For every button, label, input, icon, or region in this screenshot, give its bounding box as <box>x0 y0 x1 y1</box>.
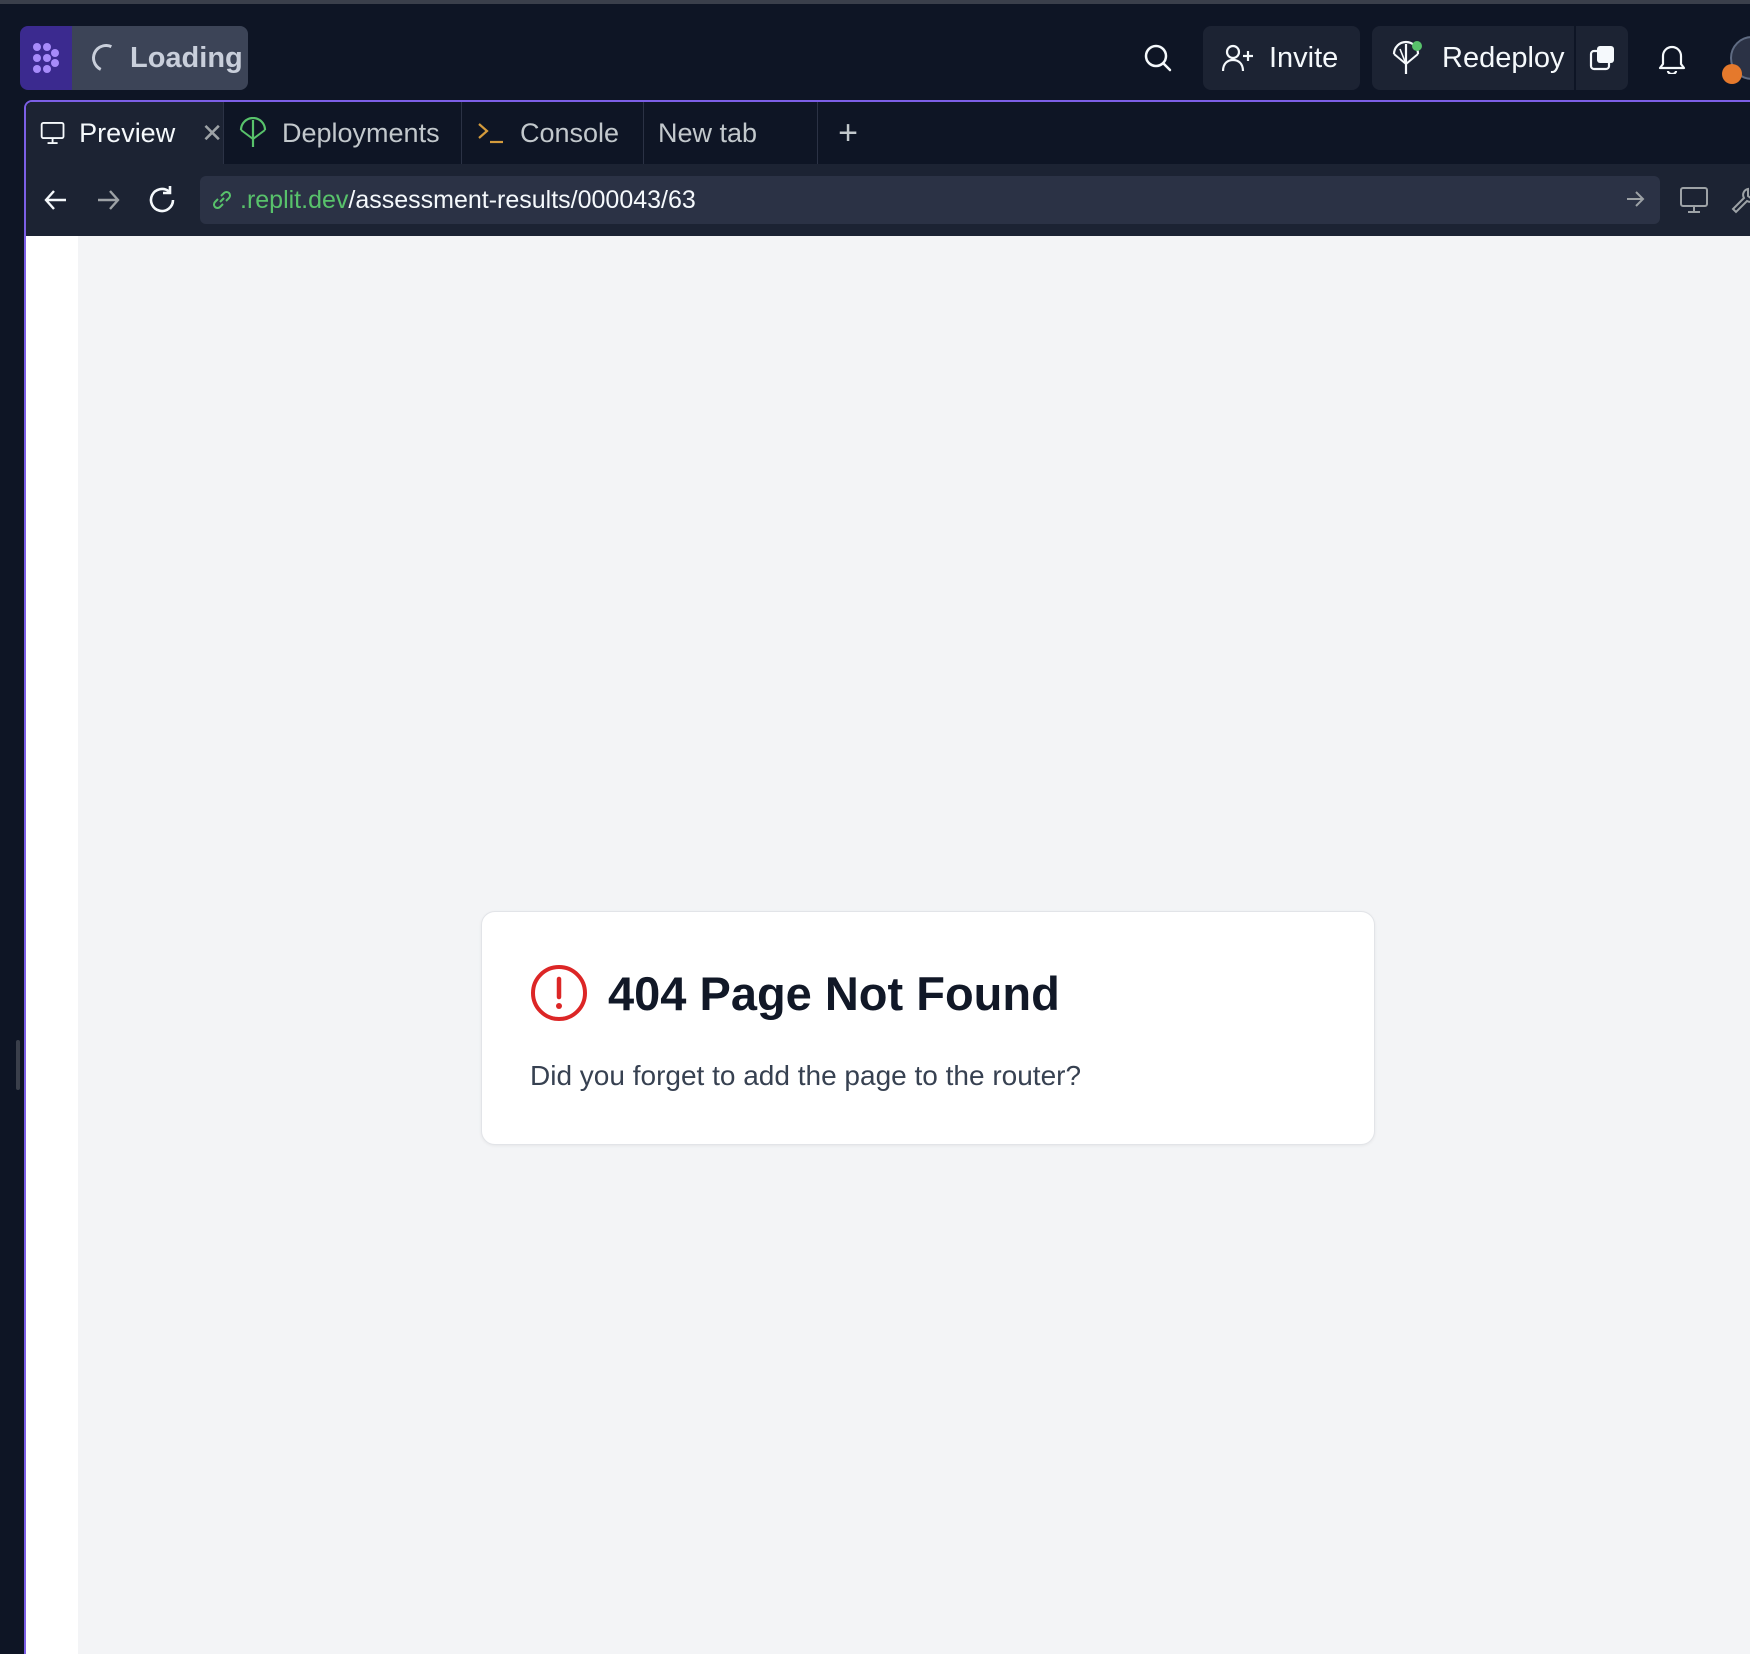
page-title: 404 Page Not Found <box>608 966 1060 1020</box>
tab-label: New tab <box>658 117 758 148</box>
viewport-edge <box>26 236 78 1654</box>
top-bar: Loading Invite Redeploy <box>0 0 1750 100</box>
loading-button[interactable]: Loading <box>72 26 248 90</box>
not-found-card: 404 Page Not Found Did you forget to add… <box>481 911 1375 1145</box>
redeploy-button[interactable]: Redeploy <box>1372 26 1574 90</box>
wrench-icon <box>1731 187 1750 214</box>
search-icon <box>1144 44 1172 72</box>
reload-icon <box>149 186 175 213</box>
preview-viewport: 404 Page Not Found Did you forget to add… <box>26 236 1750 1654</box>
bell-icon <box>1658 45 1686 74</box>
url-input[interactable]: .replit.dev/assessment-results/000043/63 <box>200 176 1660 224</box>
notifications-button[interactable] <box>1652 38 1692 78</box>
loading-label: Loading <box>130 41 243 74</box>
card-header: 404 Page Not Found <box>530 964 1060 1022</box>
open-deployment-button[interactable] <box>1576 26 1628 90</box>
invite-label: Invite <box>1269 41 1339 74</box>
windows-icon <box>1589 46 1614 71</box>
monitor-icon <box>1680 187 1708 213</box>
redeploy-label: Redeploy <box>1442 41 1565 74</box>
avatar-badge <box>1722 64 1742 84</box>
back-button[interactable] <box>38 182 74 218</box>
add-tab-button[interactable]: + <box>818 102 878 164</box>
forward-button[interactable] <box>90 182 126 218</box>
resize-handle[interactable] <box>16 1040 20 1090</box>
tab-new-tab[interactable]: New tab <box>644 102 818 164</box>
add-user-icon <box>1221 44 1253 72</box>
error-message: Did you forget to add the page to the ro… <box>530 1060 1082 1091</box>
close-icon[interactable]: ✕ <box>201 118 223 149</box>
deploy-icon <box>239 117 267 147</box>
url-domain: .replit.dev <box>240 185 349 214</box>
tab-bar: Preview ✕ Deployments Console New tab + <box>26 102 1750 164</box>
reload-button[interactable] <box>144 182 180 218</box>
search-button[interactable] <box>1138 38 1178 78</box>
link-icon <box>212 190 232 210</box>
left-rail <box>0 100 24 1654</box>
tab-preview[interactable]: Preview ✕ <box>26 102 224 164</box>
alert-circle-icon <box>531 965 587 1021</box>
tab-console[interactable]: Console <box>462 102 644 164</box>
terminal-icon <box>478 123 503 144</box>
tab-label: Preview <box>79 117 176 148</box>
go-button[interactable] <box>1624 188 1646 215</box>
replit-logo-icon <box>33 43 59 73</box>
spinner-icon <box>88 40 124 76</box>
arrow-left-icon <box>44 190 66 210</box>
arrow-right-icon <box>98 190 120 210</box>
tab-label: Deployments <box>282 117 440 148</box>
preview-pane: Preview ✕ Deployments Console New tab + <box>24 100 1750 1654</box>
arrow-right-icon <box>1627 191 1645 207</box>
monitor-icon <box>40 122 65 144</box>
device-button[interactable] <box>1676 182 1712 218</box>
url-path: /assessment-results/000043/63 <box>348 185 696 214</box>
replit-logo-button[interactable] <box>20 26 72 90</box>
url-bar: .replit.dev/assessment-results/000043/63 <box>26 164 1750 236</box>
plus-icon: + <box>838 113 858 152</box>
deploy-icon <box>1392 40 1422 74</box>
tab-label: Console <box>520 117 620 148</box>
tab-deployments[interactable]: Deployments <box>224 102 462 164</box>
invite-button[interactable]: Invite <box>1203 26 1360 90</box>
devtools-button[interactable] <box>1726 182 1750 218</box>
